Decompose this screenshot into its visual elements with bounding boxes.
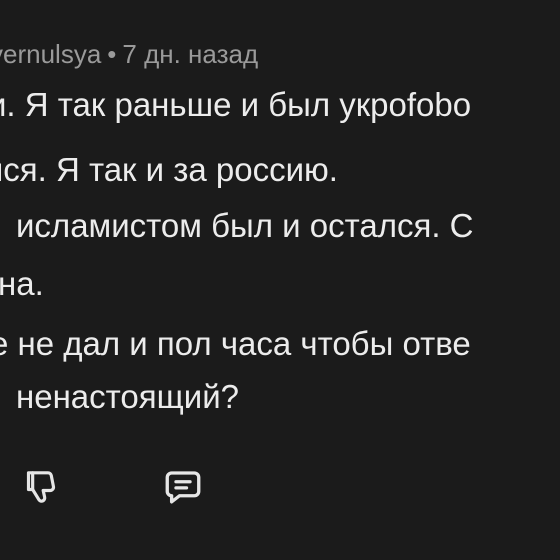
comment-actions	[0, 462, 260, 512]
reply-button[interactable]	[158, 462, 208, 512]
dislike-button[interactable]	[16, 462, 66, 512]
meta-separator: •	[107, 39, 117, 69]
comment-screen: vernulsya • 7 дн. назад и. Я так раньше и …	[0, 0, 560, 560]
comment-text-line: ненастоящий?	[16, 378, 239, 415]
comment-meta: vernulsya • 7 дн. назад	[0, 34, 258, 74]
author-name[interactable]: vernulsya	[0, 39, 101, 69]
comment-text-line: лся. Я так и за россию.	[0, 151, 338, 188]
comment-icon	[162, 466, 204, 508]
comment-text-line: на.	[0, 265, 44, 302]
thumbs-down-icon	[21, 467, 61, 507]
comment-text-line: и. Я так раньше и был укpofobo	[0, 86, 472, 123]
comment-text-line: исламистом был и остался. С	[16, 207, 474, 244]
comment-timestamp: 7 дн. назад	[122, 39, 259, 69]
comment-text-line: е не дал и пол часа чтобы отве	[0, 325, 471, 362]
